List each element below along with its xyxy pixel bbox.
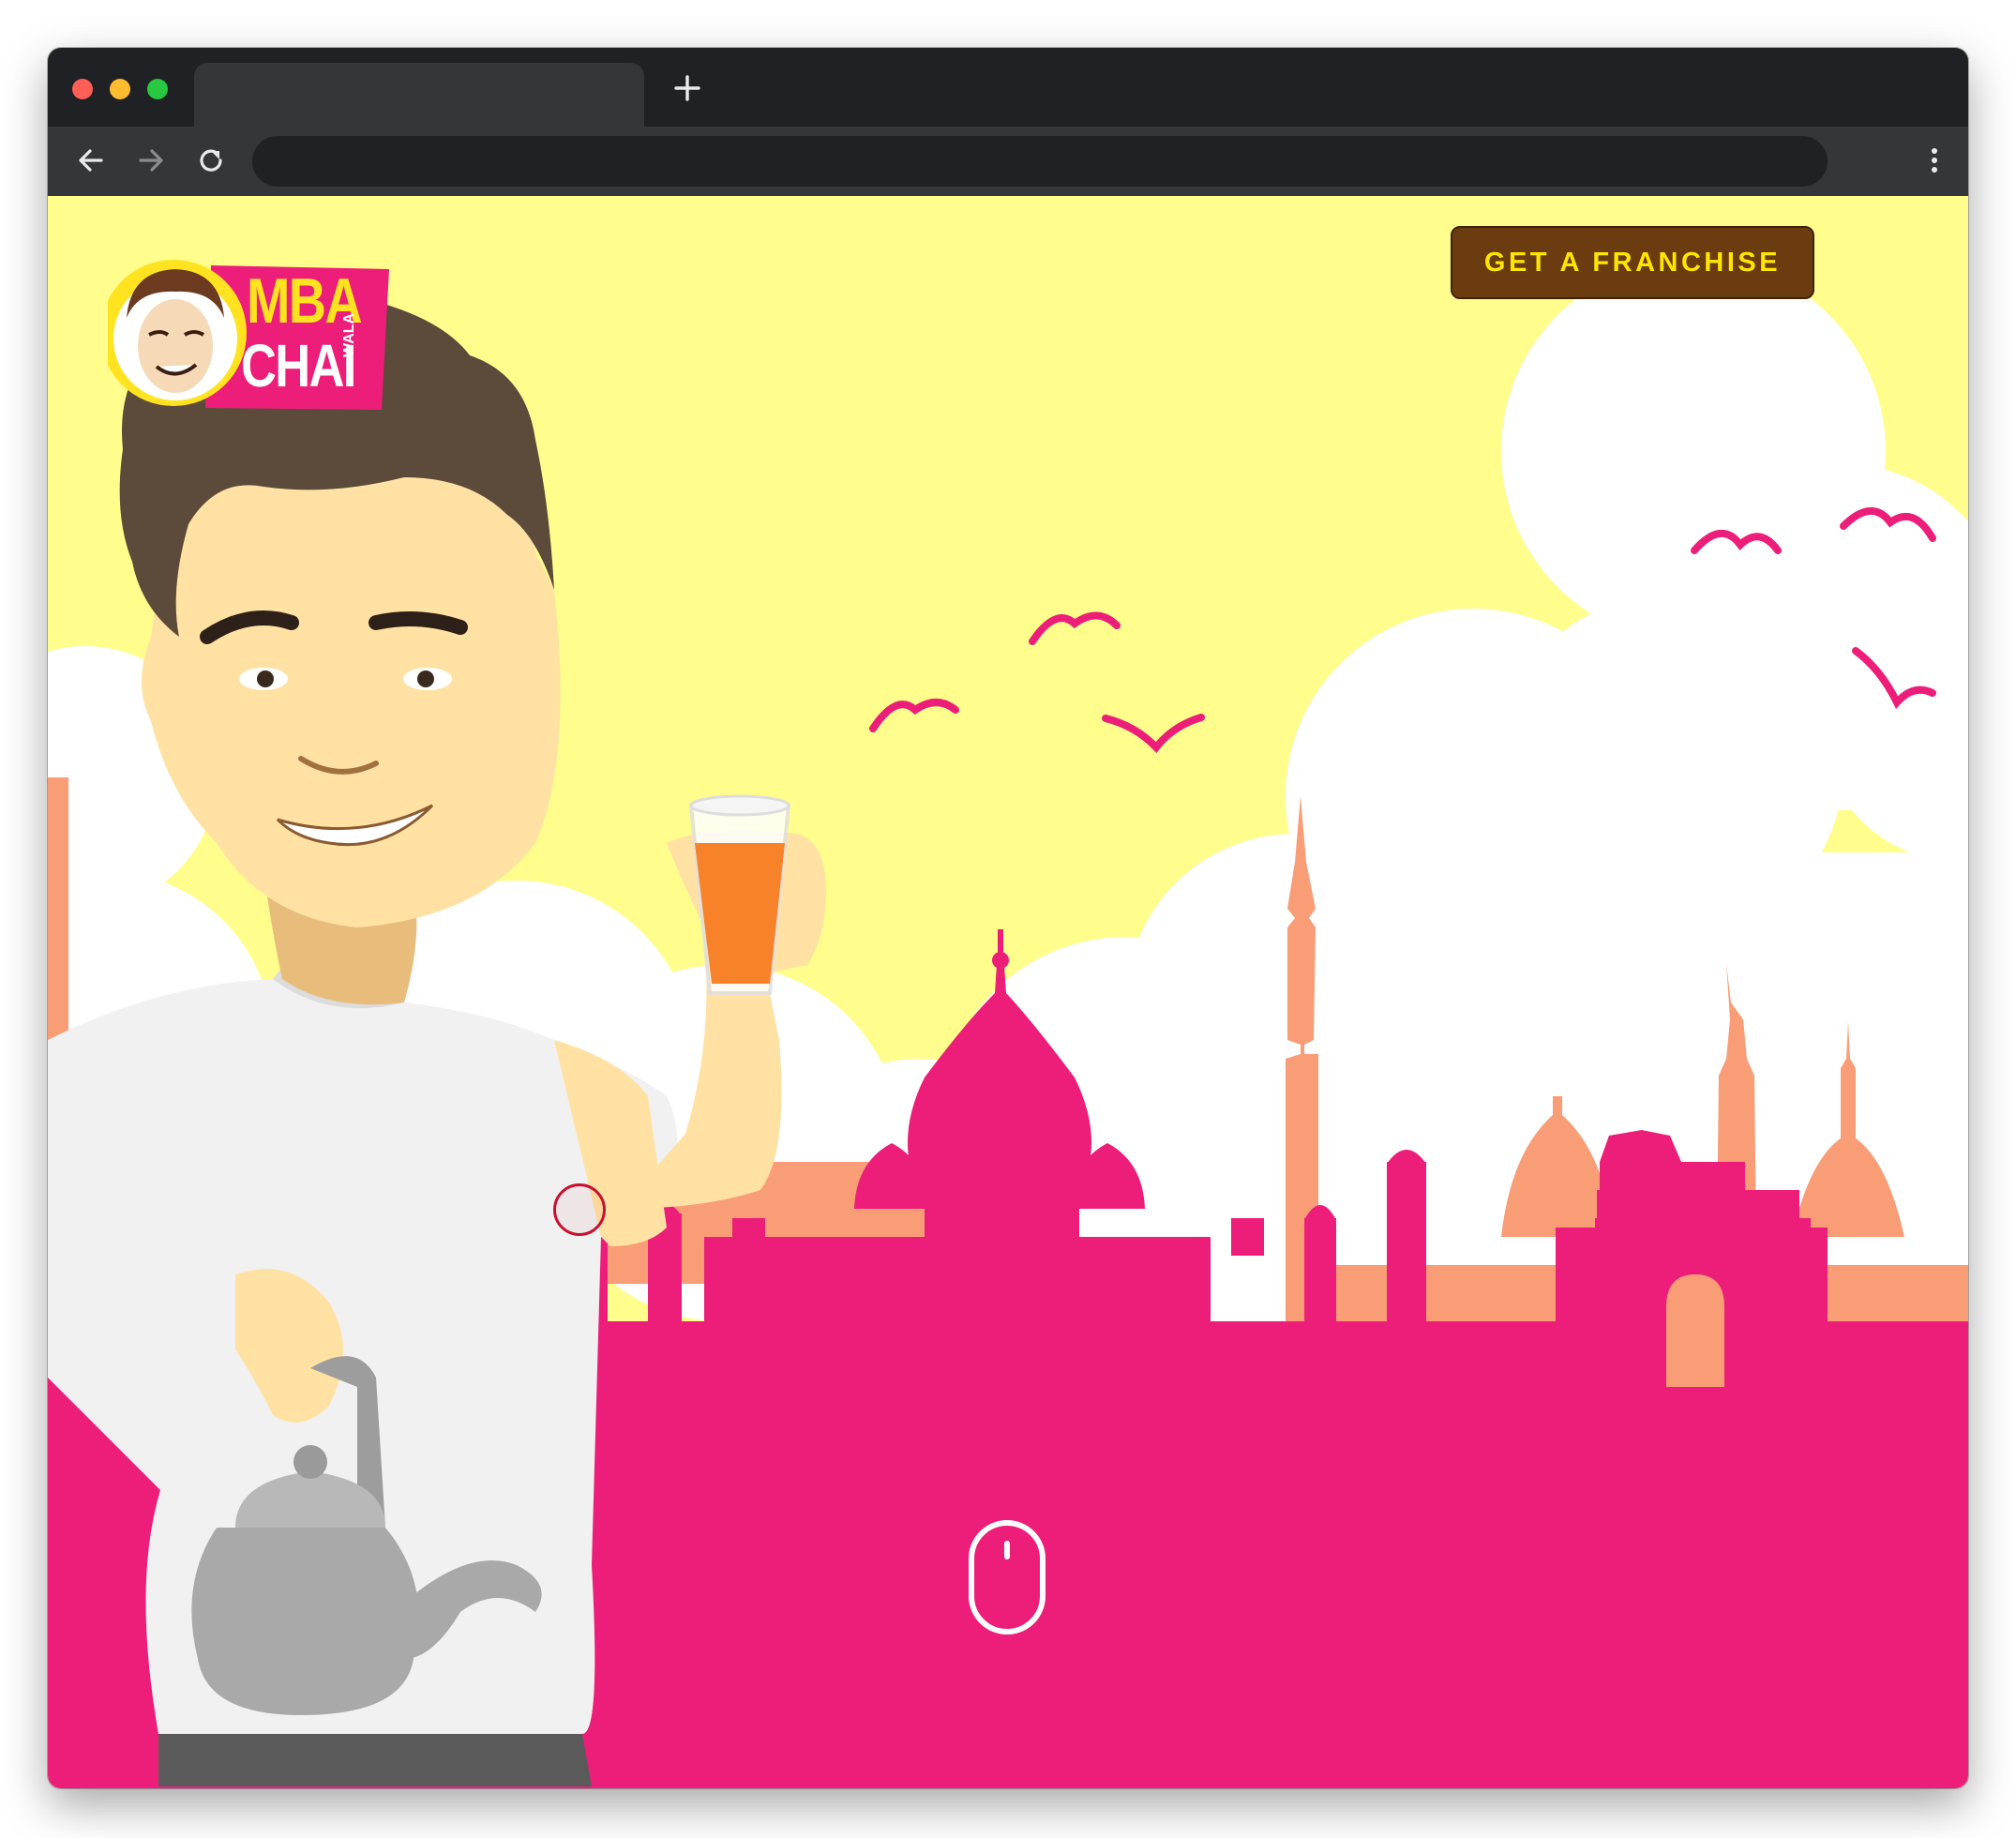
browser-window: MBA CHAI WALA GET A FRANCHISE (48, 48, 1968, 1788)
minimize-window-button[interactable] (110, 79, 130, 99)
address-bar[interactable] (252, 136, 1828, 187)
plus-icon[interactable] (671, 72, 703, 104)
logo-text-chai: CHAI (241, 332, 356, 399)
browser-tab[interactable] (194, 63, 644, 127)
cursor-indicator (553, 1183, 606, 1236)
more-vertical-icon[interactable] (1914, 140, 1955, 181)
arrow-right-icon[interactable] (130, 140, 172, 181)
logo-text-wala: WALA (341, 312, 357, 357)
maximize-window-button[interactable] (147, 79, 168, 99)
browser-toolbar (48, 127, 1968, 196)
browser-chrome (48, 48, 1968, 196)
arrow-left-icon[interactable] (70, 140, 112, 181)
mouse-scroll-icon[interactable] (967, 1518, 1047, 1636)
page-viewport: MBA CHAI WALA GET A FRANCHISE (48, 196, 1968, 1788)
site-logo[interactable]: MBA CHAI WALA (108, 252, 389, 414)
tab-strip (48, 48, 1968, 127)
gate-arch (1666, 1274, 1724, 1387)
get-franchise-button[interactable]: GET A FRANCHISE (1451, 226, 1814, 299)
reload-icon[interactable] (190, 140, 232, 181)
close-window-button[interactable] (72, 79, 93, 99)
